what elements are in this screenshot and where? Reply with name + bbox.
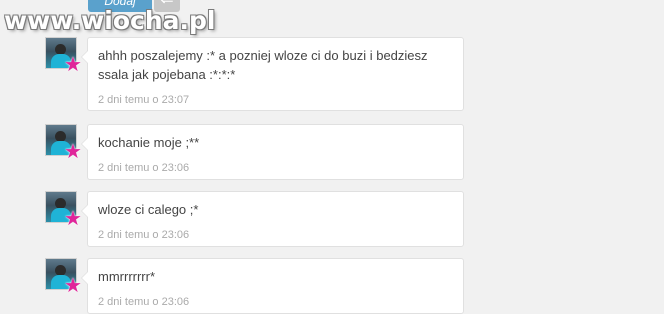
message-text: mmrrrrrrr* [98, 269, 156, 284]
message-text: kochanie moje ;** [98, 135, 200, 150]
message-bubble: ahhh poszalejemy :* a pozniej wloze ci d… [81, 37, 464, 111]
message-timestamp: 2 dni temu o 23:06 [98, 162, 190, 174]
message-bubble: wloze ci calego ;* 2 dni temu o 23:06 [81, 191, 464, 247]
message-timestamp: 2 dni temu o 23:07 [98, 94, 190, 106]
star-badge-icon: ★ [64, 141, 82, 163]
star-badge-icon: ★ [64, 54, 82, 76]
star-badge-icon: ★ [64, 275, 82, 297]
star-badge-icon: ★ [64, 208, 82, 230]
message-text: ahhh poszalejemy :* a pozniej wloze ci d… [98, 48, 428, 82]
message-timestamp: 2 dni temu o 23:06 [98, 296, 190, 308]
message-timestamp: 2 dni temu o 23:06 [98, 229, 190, 241]
message-bubble: mmrrrrrrr* 2 dni temu o 23:06 [81, 258, 464, 314]
site-watermark: www.wiocha.pl [4, 6, 216, 35]
message-bubble: kochanie moje ;** 2 dni temu o 23:06 [81, 124, 464, 180]
message-text: wloze ci calego ;* [98, 202, 199, 217]
